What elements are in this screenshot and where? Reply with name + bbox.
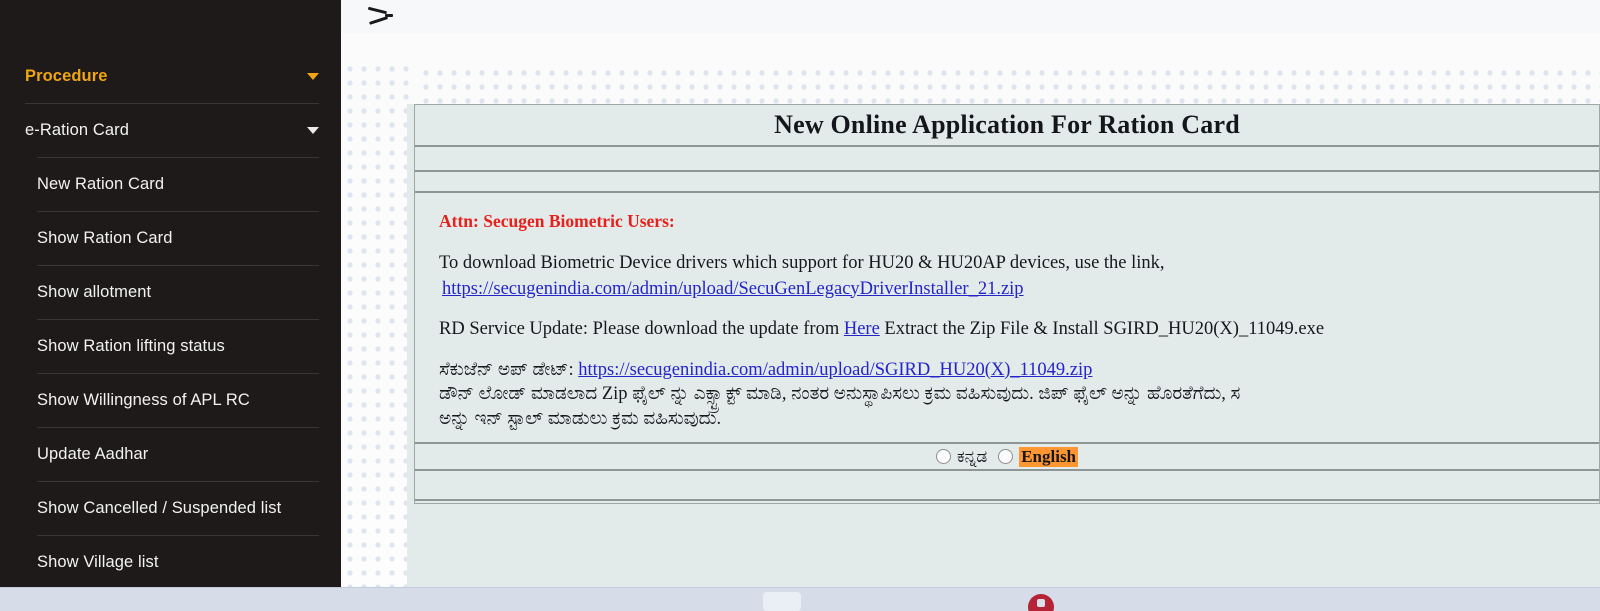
announcement-content: Attn: Secugen Biometric Users: To downlo… bbox=[415, 193, 1599, 444]
sidebar-item-show-willingness-of-apl-rc[interactable]: Show Willingness of APL RC bbox=[0, 374, 341, 427]
radio-english[interactable] bbox=[998, 449, 1014, 464]
rd-service-here-link[interactable]: Here bbox=[844, 319, 880, 339]
sidebar-group-label: Procedure bbox=[25, 67, 108, 85]
main-content-panel: New Online Application For Ration Card A… bbox=[414, 104, 1600, 504]
kannada-update-label: ಸೆಕುಜೆನ್ ಅಪ್ ಡೇಟ್: bbox=[439, 359, 574, 380]
language-select-row: ಕನ್ನಡ English bbox=[415, 444, 1599, 471]
sidebar-navigation: Procedure e-Ration Card New Ration Card … bbox=[0, 0, 341, 588]
kannada-body-line-2: ಅನ್ನು ಇನ್ ಸ್ಟಾಲ್ ಮಾಡುಲು ಕ್ರಮ ವಹಿಸುವುದು. bbox=[439, 408, 722, 429]
taskbar-record-icon[interactable] bbox=[1028, 594, 1054, 611]
sidebar-item-label: New Ration Card bbox=[37, 175, 165, 193]
sidebar-item-label: Show Willingness of APL RC bbox=[37, 391, 250, 409]
sidebar-group-label: e-Ration Card bbox=[25, 121, 130, 139]
sidebar-group-procedure[interactable]: Procedure bbox=[0, 50, 341, 103]
sidebar-item-show-ration-lifting-status[interactable]: Show Ration lifting status bbox=[0, 320, 341, 373]
taskbar bbox=[0, 587, 1600, 611]
browser-top-strip bbox=[341, 0, 1600, 34]
language-option-english[interactable]: English bbox=[998, 446, 1079, 467]
rd-service-suffix: Extract the Zip File & Install SGIRD_HU2… bbox=[884, 319, 1325, 340]
decorative-dot-pattern-top bbox=[417, 64, 1600, 104]
rd-service-prefix: RD Service Update: Please download the u… bbox=[439, 319, 840, 340]
taskbar-tile[interactable] bbox=[763, 592, 801, 611]
chevron-down-icon[interactable] bbox=[307, 127, 319, 134]
chevron-down-icon[interactable] bbox=[307, 73, 319, 80]
rd-service-paragraph: RD Service Update: Please download the u… bbox=[439, 317, 1599, 343]
sidebar-item-label: Show Ration lifting status bbox=[37, 337, 225, 355]
sidebar-item-label: Update Aadhar bbox=[37, 445, 149, 463]
language-label-kannada: ಕನ್ನಡ bbox=[956, 446, 988, 466]
radio-kannada[interactable] bbox=[935, 449, 951, 464]
driver-instruction-text: To download Biometric Device drivers whi… bbox=[439, 253, 1165, 273]
footer-spacer-row bbox=[415, 471, 1599, 501]
decorative-dot-pattern-left bbox=[341, 60, 417, 588]
kannada-update-link[interactable]: https://secugenindia.com/admin/upload/SG… bbox=[578, 360, 1092, 380]
sidebar-item-label: Show allotment bbox=[37, 283, 152, 301]
spacer-row-1 bbox=[415, 147, 1599, 172]
language-option-kannada[interactable]: ಕನ್ನಡ bbox=[935, 446, 988, 467]
spacer-row-2 bbox=[415, 172, 1599, 193]
sidebar-item-new-ration-card[interactable]: New Ration Card bbox=[0, 158, 341, 211]
language-label-english: English bbox=[1019, 446, 1079, 467]
sidebar-item-show-ration-card[interactable]: Show Ration Card bbox=[0, 212, 341, 265]
sidebar-item-show-village-list[interactable]: Show Village list bbox=[0, 536, 341, 588]
sidebar-item-label: Show Ration Card bbox=[37, 229, 173, 247]
screen-root: Procedure e-Ration Card New Ration Card … bbox=[0, 0, 1600, 611]
kannada-update-line: ಸೆಕುಜೆನ್ ಅಪ್ ಡೇಟ್: https://secugenindia.… bbox=[439, 358, 1599, 383]
sidebar-group-e-ration-card[interactable]: e-Ration Card bbox=[0, 104, 341, 157]
sidebar-item-show-cancelled-suspended-list[interactable]: Show Cancelled / Suspended list bbox=[0, 482, 341, 535]
kannada-body-line-1: ಡೌನ್ ಲೋಡ್ ಮಾಡಲಾದ Zip ಫೈಲ್ ನ್ನು ಎಕ್ಸ್ಟ್ರಾ… bbox=[439, 384, 1241, 405]
sidebar-item-label: Show Cancelled / Suspended list bbox=[37, 499, 282, 517]
partial-logo-icon bbox=[367, 2, 393, 28]
driver-instruction-paragraph: To download Biometric Device drivers whi… bbox=[439, 251, 1599, 302]
page-title: New Online Application For Ration Card bbox=[774, 110, 1240, 139]
kannada-announcement: ಸೆಕುಜೆನ್ ಅಪ್ ಡೇಟ್: https://secugenindia.… bbox=[439, 358, 1599, 432]
panel-bottom-fill bbox=[414, 504, 1600, 588]
sidebar-item-update-aadhar[interactable]: Update Aadhar bbox=[0, 428, 341, 481]
attention-heading: Attn: Secugen Biometric Users: bbox=[439, 211, 675, 231]
sidebar-item-show-allotment[interactable]: Show allotment bbox=[0, 266, 341, 319]
page-title-row: New Online Application For Ration Card bbox=[415, 105, 1599, 147]
language-options: ಕನ್ನಡ English bbox=[935, 446, 1079, 467]
sidebar-item-label: Show Village list bbox=[37, 553, 159, 571]
secugen-driver-link[interactable]: https://secugenindia.com/admin/upload/Se… bbox=[442, 279, 1024, 299]
